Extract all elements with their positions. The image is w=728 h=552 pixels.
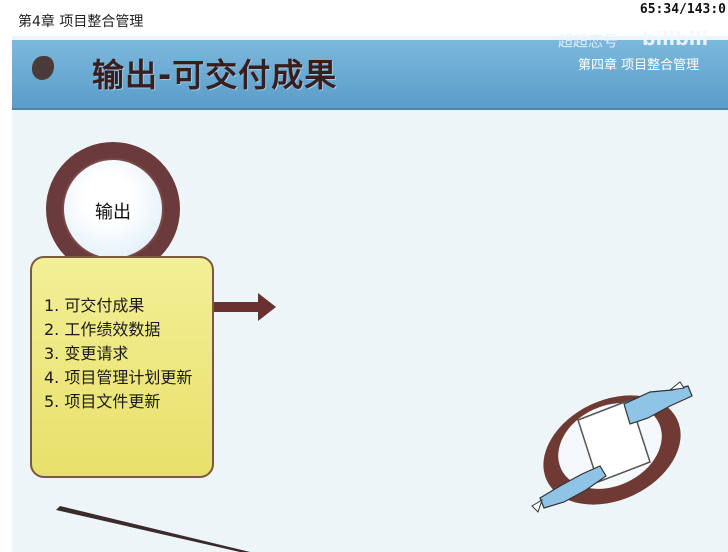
output-item: 2. 工作绩效数据 <box>44 320 161 339</box>
output-item: 5. 项目文件更新 <box>44 392 161 411</box>
outputs-list: 1. 可交付成果 2. 工作绩效数据 3. 变更请求 4. 项目管理计划更新 5… <box>44 294 210 414</box>
arrow-right-icon <box>214 293 276 321</box>
output-item: 1. 可交付成果 <box>44 296 145 315</box>
output-item: 4. 项目管理计划更新 <box>44 368 193 387</box>
output-circle-label: 输出 <box>95 202 131 223</box>
output-item: 3. 变更请求 <box>44 344 129 363</box>
handshake-document-icon <box>531 381 693 513</box>
